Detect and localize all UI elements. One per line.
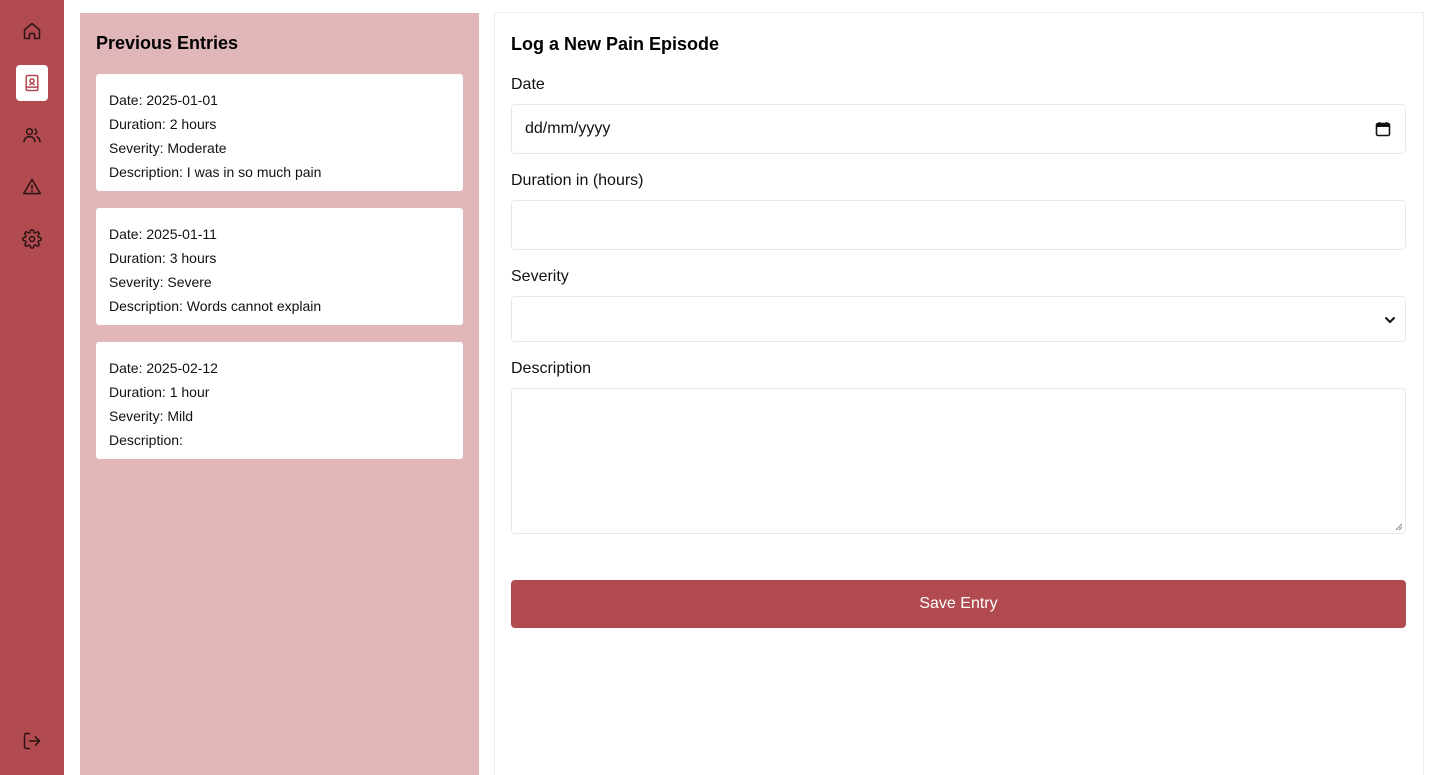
entry-duration: Duration: 1 hour: [109, 384, 210, 400]
resize-handle-icon[interactable]: [1395, 523, 1403, 531]
nav-users-button[interactable]: [16, 117, 48, 153]
users-icon: [23, 127, 41, 143]
entry-duration: Duration: 3 hours: [109, 250, 217, 266]
date-input[interactable]: dd/mm/yyyy: [511, 104, 1406, 154]
duration-input[interactable]: [511, 200, 1406, 250]
chevron-down-icon: [1385, 317, 1395, 323]
nav-home-button[interactable]: [16, 13, 48, 49]
entry-duration: Duration: 2 hours: [109, 116, 217, 132]
home-icon: [23, 22, 41, 40]
entry-date: Date: 2025-01-01: [109, 92, 218, 108]
entry-card: Date: 2025-02-12 Duration: 1 hour Severi…: [96, 342, 463, 459]
nav-alerts-button[interactable]: [16, 169, 48, 205]
entry-description: Description:: [109, 432, 183, 448]
sidebar: [0, 0, 64, 775]
form-title: Log a New Pain Episode: [511, 34, 720, 54]
app-root: Previous Entries Date: 2025-01-01 Durati…: [0, 0, 1439, 775]
entry-description: Description: Words cannot explain: [109, 298, 322, 314]
entry-card: Date: 2025-01-11 Duration: 3 hours Sever…: [96, 208, 463, 325]
logout-icon: [23, 732, 41, 750]
severity-label: Severity: [511, 268, 569, 285]
nav-settings-button[interactable]: [16, 221, 48, 257]
description-textarea[interactable]: [511, 388, 1406, 534]
severity-select[interactable]: [511, 296, 1406, 342]
duration-label: Duration in (hours): [511, 172, 644, 189]
entries-title: Previous Entries: [96, 33, 239, 53]
entry-description: Description: I was in so much pain: [109, 164, 322, 180]
journal-icon: [25, 74, 39, 92]
previous-entries-panel: Previous Entries Date: 2025-01-01 Durati…: [80, 13, 479, 775]
save-entry-button[interactable]: Save Entry: [511, 580, 1406, 628]
settings-icon: [22, 229, 42, 249]
new-episode-form: Log a New Pain Episode Date dd/mm/yyyy D…: [494, 12, 1424, 775]
description-label: Description: [511, 360, 592, 377]
calendar-icon[interactable]: [1375, 121, 1391, 137]
entry-severity: Severity: Moderate: [109, 140, 227, 156]
entry-severity: Severity: Severe: [109, 274, 212, 290]
entry-severity: Severity: Mild: [109, 408, 194, 424]
nav-journal-button[interactable]: [16, 65, 48, 101]
logout-button[interactable]: [16, 723, 48, 759]
date-label: Date: [511, 76, 545, 93]
date-placeholder: dd/mm/yyyy: [525, 120, 611, 137]
entry-card: Date: 2025-01-01 Duration: 2 hours Sever…: [96, 74, 463, 191]
entry-date: Date: 2025-01-11: [109, 226, 217, 242]
warning-icon: [22, 178, 42, 195]
entry-date: Date: 2025-02-12: [109, 360, 218, 376]
